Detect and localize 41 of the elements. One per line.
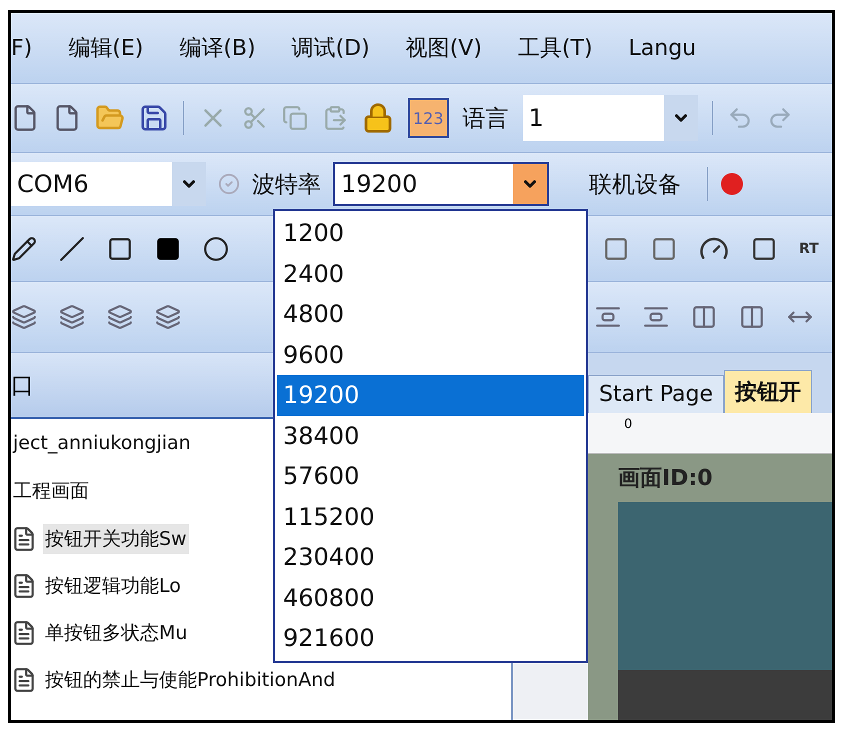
menu-item[interactable]: 视图(V)	[406, 33, 482, 63]
panel-title: 口	[11, 372, 34, 400]
menu-item[interactable]: 调试(D)	[292, 33, 370, 63]
tree-item[interactable]: 单按钮多状态Mu	[43, 618, 190, 648]
layers-icon[interactable]	[11, 304, 37, 330]
layers-icon[interactable]	[59, 304, 85, 330]
menu-item[interactable]: 编译(B)	[179, 33, 256, 63]
baud-rate-option[interactable]: 19200	[277, 375, 584, 416]
pencil-icon[interactable]	[11, 236, 37, 262]
columns-icon[interactable]	[739, 304, 765, 330]
ruler-number: 0	[624, 417, 632, 432]
layers-icon[interactable]	[107, 304, 133, 330]
screen-id-label: 画面ID:0	[618, 465, 714, 493]
circle-icon[interactable]	[203, 236, 229, 262]
menu-item[interactable]: 编辑(E)	[68, 33, 144, 63]
line-icon[interactable]	[59, 236, 85, 262]
rectangle-icon[interactable]	[107, 236, 133, 262]
save-icon[interactable]	[139, 103, 169, 133]
filled-rectangle-icon[interactable]	[155, 236, 181, 262]
port-combo[interactable]: COM6	[11, 162, 206, 206]
tree-item[interactable]: 工程画面	[11, 476, 91, 506]
menu-item[interactable]: 工具(T)	[518, 33, 593, 63]
language-label: 语言	[462, 104, 509, 134]
editor-tab[interactable]: 按钮开	[724, 370, 812, 413]
lock-icon[interactable]	[362, 102, 394, 134]
tree-item[interactable]: 按钮的禁止与使能ProhibitionAnd	[43, 664, 338, 694]
tree-item[interactable]: 按钮逻辑功能Lo	[43, 570, 183, 600]
connect-device-button[interactable]: 联机设备	[575, 162, 695, 206]
layers-icon[interactable]	[155, 304, 181, 330]
check-icon[interactable]	[218, 173, 240, 195]
menu-item[interactable]: Langu	[628, 36, 696, 60]
columns-icon[interactable]	[691, 304, 717, 330]
status-icon[interactable]	[720, 172, 744, 196]
tree-item[interactable]: ject_anniukongjian	[11, 430, 193, 456]
editor-tab[interactable]: Start Page	[588, 375, 724, 413]
text-tool[interactable]: RT	[799, 240, 819, 256]
tree-item[interactable]: 按钮开关功能Sw	[43, 524, 189, 554]
menu-item[interactable]: F)	[11, 36, 32, 60]
language-combo[interactable]: 1	[522, 95, 698, 141]
baud-rate-combo[interactable]: 19200	[333, 162, 549, 206]
baud-rate-label: 波特率	[252, 170, 321, 200]
